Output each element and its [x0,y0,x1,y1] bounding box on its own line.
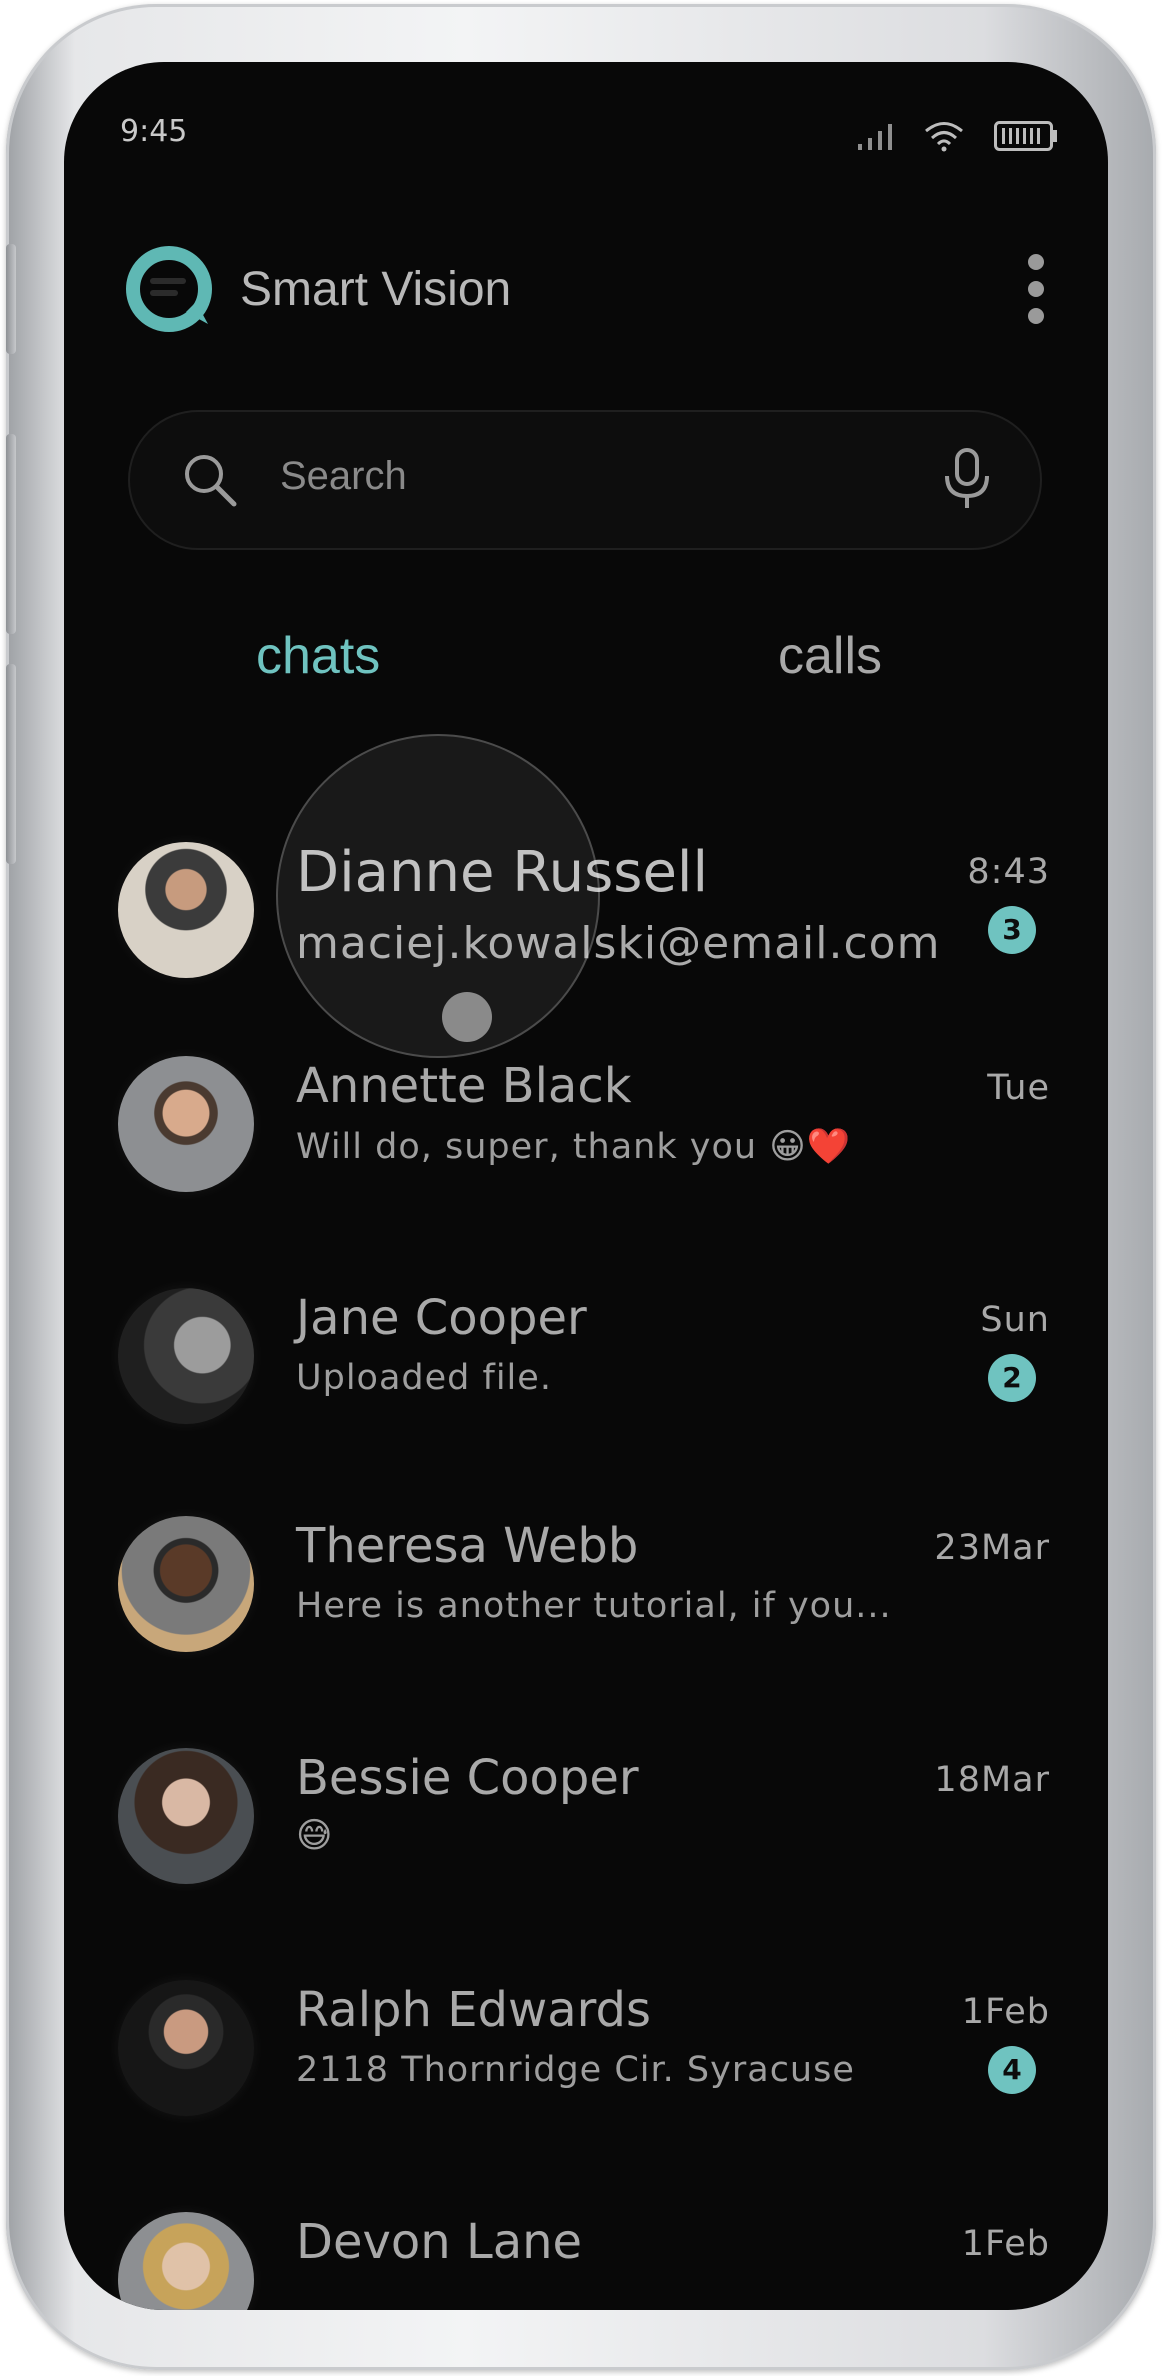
avatar [118,1980,254,2116]
unread-badge: 2 [988,1354,1036,1402]
status-icons [858,120,1058,152]
last-message: Uploaded file. [296,1358,552,1398]
contact-name: Ralph Edwards [296,1982,652,2038]
more-options-button[interactable] [1024,254,1048,324]
tab-chats[interactable]: chats [256,626,380,686]
avatar [118,2212,254,2310]
last-message: Here is another tutorial, if you... [296,1586,892,1626]
dot-icon [1028,308,1044,324]
last-message: 😅 [296,1816,334,1856]
avatar [118,1288,254,1424]
message-time: 1Feb [961,1992,1050,2032]
emoji-icons: 😀❤️ [769,1127,852,1167]
last-message: Will do, super, thank you 😀❤️ [296,1126,851,1167]
touch-indicator-ring [276,734,600,1058]
contact-name: Devon Lane [296,2214,583,2270]
avatar [118,842,254,978]
dot-icon [1028,281,1044,297]
last-message-text: Will do, super, thank you [296,1127,758,1167]
status-time: 9:45 [120,114,188,149]
app-logo-icon [126,246,212,332]
last-message: 2118 Thornridge Cir. Syracuse [296,2050,855,2090]
chat-row[interactable]: Ralph Edwards 2118 Thornridge Cir. Syrac… [64,1968,1108,2168]
mute-switch [6,244,16,354]
contact-name: Annette Black [296,1058,632,1114]
avatar [118,1056,254,1192]
microphone-icon[interactable] [942,448,992,510]
tab-calls[interactable]: calls [778,626,882,686]
app-header: Smart Vision [124,244,511,334]
chat-row[interactable]: Devon Lane 1Feb [64,2200,1108,2310]
message-time: 8:43 [967,852,1050,892]
chat-row[interactable]: Jane Cooper Uploaded file. Sun 2 [64,1276,1108,1476]
search-icon [185,455,237,507]
avatar [118,1516,254,1652]
volume-down-button [6,664,16,864]
phone-screen: 9:45 Smart Vision Search chats calls Dia… [64,62,1108,2310]
message-time: 23Mar [934,1528,1050,1568]
touch-indicator-dot [442,992,492,1042]
contact-name: Bessie Cooper [296,1750,639,1806]
message-time: Tue [987,1068,1050,1108]
message-time: 1Feb [961,2224,1050,2264]
chat-row[interactable]: Annette Black Will do, super, thank you … [64,1044,1108,1244]
app-title: Smart Vision [240,262,512,316]
unread-badge: 3 [988,906,1036,954]
contact-name: Theresa Webb [296,1518,639,1574]
chat-row[interactable]: Bessie Cooper 😅 18Mar [64,1736,1108,1936]
battery-icon [994,121,1057,151]
message-time: Sun [980,1300,1050,1340]
chat-row[interactable]: Theresa Webb Here is another tutorial, i… [64,1504,1108,1704]
wifi-icon [925,122,963,152]
dot-icon [1028,254,1044,270]
signal-icon [858,124,892,150]
volume-up-button [6,434,16,634]
unread-badge: 4 [988,2046,1036,2094]
contact-name: Jane Cooper [296,1290,587,1346]
avatar [118,1748,254,1884]
phone-frame: 9:45 Smart Vision Search chats calls Dia… [6,4,1156,2370]
message-time: 18Mar [934,1760,1050,1800]
search-input[interactable]: Search [280,454,407,499]
search-bar[interactable]: Search [128,410,1042,550]
